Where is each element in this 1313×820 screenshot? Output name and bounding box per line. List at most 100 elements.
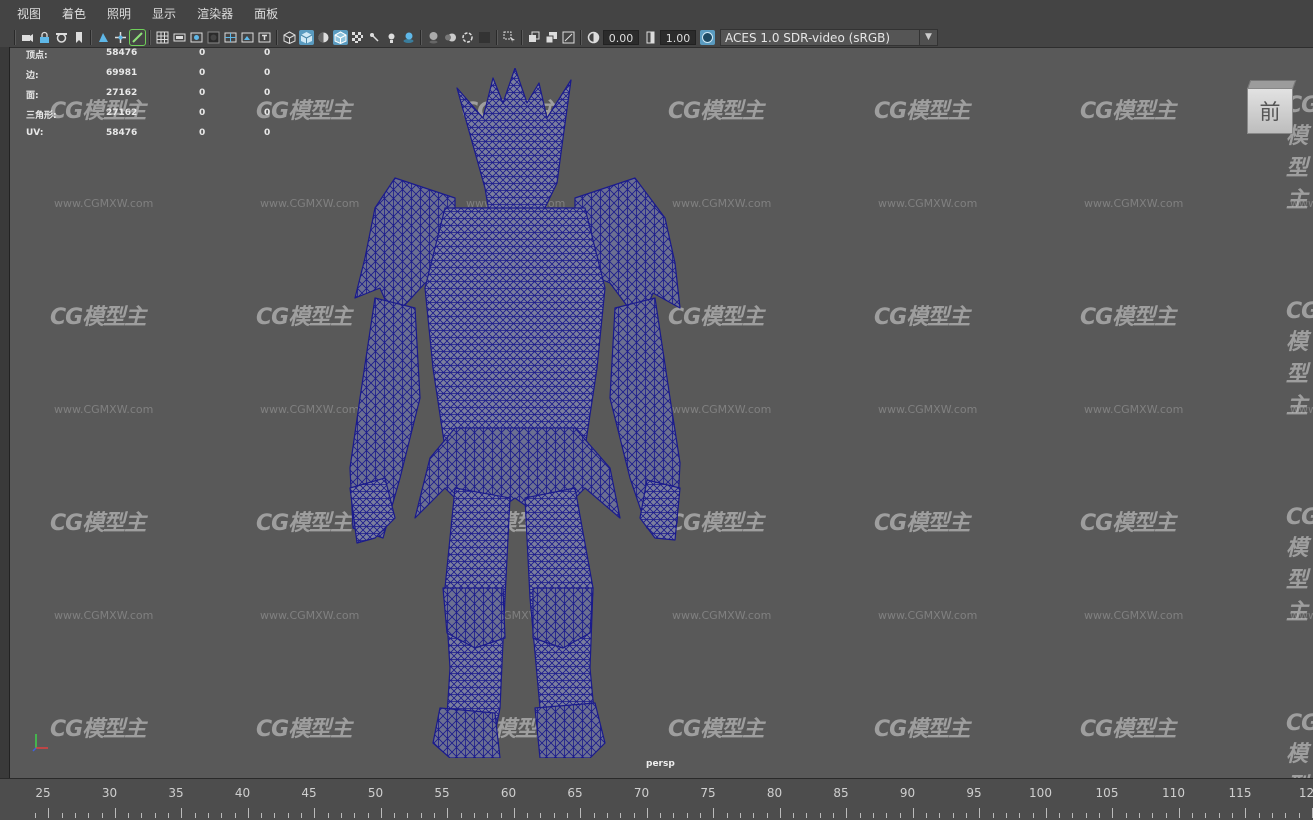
image-plane-icon[interactable] bbox=[96, 30, 111, 45]
motion-blur-icon[interactable] bbox=[443, 30, 458, 45]
timeline-tick bbox=[540, 813, 542, 818]
timeline-tick bbox=[739, 813, 741, 818]
anti-alias-icon[interactable] bbox=[460, 30, 475, 45]
menu-renderer[interactable]: 渲染器 bbox=[194, 3, 236, 24]
camera-select-icon[interactable] bbox=[20, 30, 35, 45]
panel-toolbar: 0.00 1.00 ACES 1.0 SDR-video (sRGB) ▼ bbox=[0, 27, 1313, 47]
hud-value: 0 bbox=[264, 128, 271, 138]
grid-icon[interactable] bbox=[155, 30, 170, 45]
timeline-tick bbox=[779, 808, 781, 818]
timeline-tick bbox=[367, 813, 369, 818]
watermark-logo: CG模型主 bbox=[1286, 299, 1313, 419]
isolate-select-icon[interactable] bbox=[502, 30, 517, 45]
wireframe-character-model[interactable] bbox=[335, 68, 695, 758]
watermark-logo: CG模型主 bbox=[1080, 717, 1176, 742]
timeline-tick bbox=[473, 813, 475, 818]
timeline-tick bbox=[979, 808, 981, 818]
screen-space-ao-icon[interactable] bbox=[426, 30, 441, 45]
timeline-tick bbox=[340, 813, 342, 818]
timeline-tick bbox=[168, 813, 169, 818]
hud-value: 0 bbox=[264, 88, 271, 98]
xray-joints-icon[interactable] bbox=[367, 30, 382, 45]
watermark-url: www.CGMXW.com bbox=[54, 197, 154, 210]
hud-icon[interactable] bbox=[527, 30, 542, 45]
timeline-tick bbox=[247, 808, 249, 818]
timeline-frame-label: 90 bbox=[899, 786, 916, 800]
timeline-tick bbox=[673, 813, 675, 818]
camera-attributes-icon[interactable] bbox=[54, 30, 69, 45]
timeline-tick bbox=[992, 813, 994, 818]
xray-icon[interactable] bbox=[350, 30, 365, 45]
default-material-icon[interactable] bbox=[316, 30, 331, 45]
menu-shading[interactable]: 着色 bbox=[59, 3, 89, 24]
resolution-gate-icon[interactable] bbox=[189, 30, 204, 45]
wireframe-icon[interactable] bbox=[282, 30, 297, 45]
safe-title-icon[interactable] bbox=[257, 30, 272, 45]
timeline-tick bbox=[939, 813, 941, 818]
watermark-url: www.CGMXW.com bbox=[1084, 609, 1184, 622]
gamma-field[interactable]: 1.00 bbox=[660, 29, 696, 45]
color-management-icon[interactable] bbox=[700, 29, 715, 45]
timeline-tick bbox=[513, 808, 515, 818]
timeline-tick bbox=[1258, 813, 1260, 818]
viewport-menu-bar: 视图 着色 照明 显示 渲染器 面板 bbox=[0, 0, 1313, 27]
field-chart-icon[interactable] bbox=[223, 30, 238, 45]
timeline-tick bbox=[447, 808, 449, 818]
timeline-tick bbox=[460, 813, 462, 818]
timeline-tick bbox=[633, 813, 635, 818]
timeline-tick bbox=[819, 813, 821, 818]
timeline-tick bbox=[1112, 808, 1114, 818]
view-cube-front-face[interactable]: 前 bbox=[1247, 88, 1293, 134]
chevron-down-icon[interactable]: ▼ bbox=[919, 29, 937, 45]
timeline-frame-label: 50 bbox=[367, 786, 384, 800]
gate-mask-icon[interactable] bbox=[206, 30, 221, 45]
axis-gizmo-icon bbox=[32, 734, 48, 752]
timeline-tick bbox=[327, 813, 329, 818]
timeline-frame-label: 100 bbox=[1029, 786, 1052, 800]
timeline-tick bbox=[1085, 813, 1087, 818]
menu-panels[interactable]: 面板 bbox=[251, 3, 281, 24]
hud-value: 27162 bbox=[106, 108, 138, 118]
timeline-tick bbox=[1059, 813, 1061, 818]
time-slider[interactable]: 25 30 35 40 45 50 55 60 65 70 75 80 85 90 95 100 105 110 1… bbox=[0, 778, 1313, 820]
grease-pencil-icon[interactable] bbox=[129, 28, 146, 46]
menu-lighting[interactable]: 照明 bbox=[104, 3, 134, 24]
timeline-tick bbox=[912, 808, 914, 818]
timeline-frame-label: 60 bbox=[500, 786, 517, 800]
camera-name-label: persp bbox=[646, 759, 675, 769]
2d-pan-zoom-icon[interactable] bbox=[113, 30, 128, 45]
watermark-logo: CG模型主 bbox=[874, 717, 970, 742]
color-management-value: ACES 1.0 SDR-video (sRGB) bbox=[725, 30, 891, 45]
depth-of-field-icon[interactable] bbox=[477, 30, 492, 45]
timeline-tick bbox=[1099, 813, 1100, 818]
xray-active-icon[interactable] bbox=[544, 30, 559, 45]
use-all-lights-icon[interactable] bbox=[384, 30, 399, 45]
film-gate-icon[interactable] bbox=[172, 30, 187, 45]
menu-show[interactable]: 显示 bbox=[149, 3, 179, 24]
smooth-shade-icon[interactable] bbox=[299, 29, 314, 45]
hud-row-edges: 边: 69981 0 0 bbox=[26, 68, 286, 88]
color-management-dropdown[interactable]: ACES 1.0 SDR-video (sRGB) ▼ bbox=[720, 28, 938, 46]
textured-icon[interactable] bbox=[561, 30, 576, 45]
3d-viewport[interactable]: CG模型主 www.CGMXW.com CG模型主 www.CGMXW.com CG模型… bbox=[10, 47, 1313, 778]
toolbar-separator bbox=[14, 29, 16, 45]
menu-view[interactable]: 视图 bbox=[14, 3, 44, 24]
bookmark-icon[interactable] bbox=[71, 30, 86, 45]
exposure-icon[interactable] bbox=[586, 30, 601, 45]
timeline-tick bbox=[806, 813, 808, 818]
watermark-url: www.CGMXW.com bbox=[54, 609, 154, 622]
timeline-tick bbox=[966, 813, 967, 818]
shadows-icon[interactable] bbox=[401, 30, 416, 45]
camera-lock-icon[interactable] bbox=[37, 30, 52, 45]
hud-label: 面: bbox=[26, 91, 39, 101]
wireframe-on-shaded-icon[interactable] bbox=[333, 29, 348, 45]
gamma-icon[interactable] bbox=[643, 30, 658, 45]
hud-row-vertices: 顶点: 58476 0 0 bbox=[26, 48, 286, 68]
timeline-tick bbox=[593, 813, 595, 818]
watermark-url: www.CGMXW.com bbox=[1084, 197, 1184, 210]
safe-action-icon[interactable] bbox=[240, 30, 255, 45]
exposure-field[interactable]: 0.00 bbox=[603, 29, 639, 45]
timeline-tick bbox=[354, 813, 356, 818]
watermark-logo: CG模型主 bbox=[1080, 305, 1176, 330]
view-cube[interactable]: 前 bbox=[1244, 80, 1297, 136]
